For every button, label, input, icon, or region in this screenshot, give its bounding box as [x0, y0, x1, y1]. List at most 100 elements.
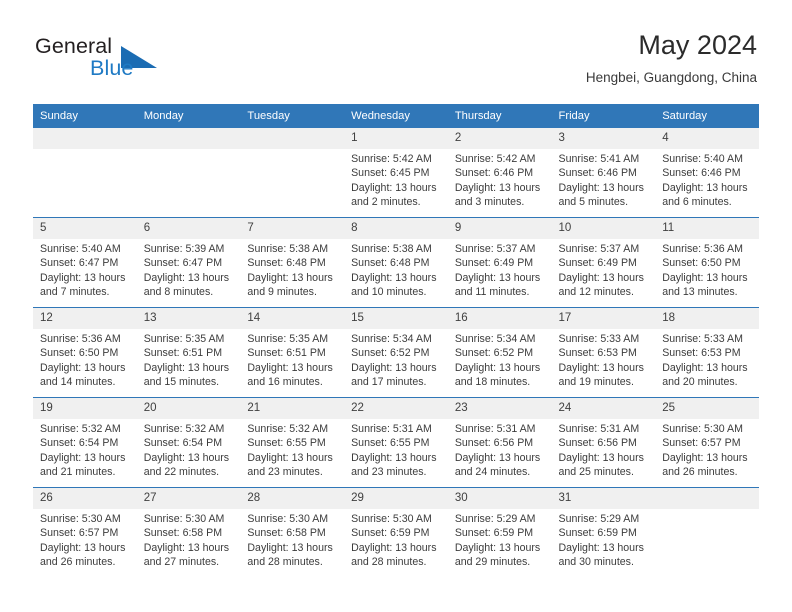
sunrise-text: Sunrise: 5:32 AM — [143, 423, 225, 435]
day-number: 2 — [447, 128, 552, 149]
daylight-text-line2: and 14 minutes. — [40, 376, 116, 389]
calendar-day-cell[interactable]: 17 Sunrise: 5:33 AM Sunset: 6:53 PM Dayligh… — [551, 307, 656, 398]
day-number: 5 — [33, 218, 137, 239]
calendar-week-row: 19 Sunrise: 5:32 AM Sunset: 6:54 PM Dayligh… — [33, 397, 759, 488]
day-number: 25 — [655, 398, 759, 419]
calendar-day-cell[interactable]: 26 Sunrise: 5:30 AM Sunset: 6:57 PM Dayligh… — [33, 487, 137, 577]
calendar-day-cell[interactable]: 6 Sunrise: 5:39 AM Sunset: 6:47 PM Daylight… — [136, 217, 241, 308]
day-number: 20 — [136, 398, 241, 419]
day-number: 14 — [240, 308, 345, 329]
calendar-day-cell[interactable]: 3 Sunrise: 5:41 AM Sunset: 6:46 PM Daylight… — [551, 127, 656, 218]
calendar-day-cell[interactable]: 4 Sunrise: 5:40 AM Sunset: 6:46 PM Daylight… — [655, 127, 759, 218]
sunset-text: Sunset: 6:45 PM — [351, 167, 430, 180]
calendar-day-cell[interactable]: 8 Sunrise: 5:38 AM Sunset: 6:48 PM Daylight… — [344, 217, 448, 308]
calendar-table: Sunday Monday Tuesday Wednesday Thursday… — [33, 104, 759, 577]
brand-logo[interactable]: General Blue — [33, 34, 243, 90]
title-block: May 2024 Hengbei, Guangdong, China — [586, 28, 757, 88]
daylight-text-line1: Daylight: 13 hours — [40, 451, 126, 464]
calendar-day-cell[interactable]: 31 Sunrise: 5:29 AM Sunset: 6:59 PM Dayligh… — [551, 487, 656, 577]
daylight-text-line2: and 28 minutes. — [351, 556, 427, 569]
day-details: Sunrise: 5:34 AM Sunset: 6:52 PM Daylight:… — [344, 329, 448, 390]
calendar-day-cell[interactable]: 20 Sunrise: 5:32 AM Sunset: 6:54 PM Dayligh… — [136, 397, 241, 488]
calendar-day-cell[interactable]: 29 Sunrise: 5:30 AM Sunset: 6:59 PM Dayligh… — [344, 487, 448, 577]
calendar-day-cell[interactable]: 7 Sunrise: 5:38 AM Sunset: 6:48 PM Daylight… — [240, 217, 345, 308]
calendar-day-cell[interactable]: 15 Sunrise: 5:34 AM Sunset: 6:52 PM Dayligh… — [344, 307, 448, 398]
daylight-text-line2: and 27 minutes. — [143, 556, 220, 569]
daylight-text-line1: Daylight: 13 hours — [662, 271, 748, 284]
sunrise-text: Sunrise: 5:32 AM — [247, 423, 329, 435]
daylight-text-line1: Daylight: 13 hours — [143, 271, 230, 284]
sunset-text: Sunset: 6:58 PM — [143, 527, 223, 540]
calendar-day-cell[interactable]: 9 Sunrise: 5:37 AM Sunset: 6:49 PM Daylight… — [447, 217, 552, 308]
daylight-text-line2: and 20 minutes. — [662, 376, 738, 389]
daylight-text-line1: Daylight: 13 hours — [454, 271, 541, 284]
daylight-text-line1: Daylight: 13 hours — [247, 541, 333, 554]
daylight-text-line2: and 13 minutes. — [662, 286, 738, 299]
calendar-page: General Blue May 2024 Hengbei, Guangdong… — [0, 0, 792, 612]
daylight-text-line1: Daylight: 13 hours — [454, 181, 541, 194]
sunset-text: Sunset: 6:55 PM — [247, 437, 326, 450]
day-details: Sunrise: 5:30 AM Sunset: 6:57 PM Daylight:… — [655, 419, 759, 480]
sunrise-text: Sunrise: 5:41 AM — [558, 153, 640, 165]
weekday-header-friday: Friday — [551, 104, 656, 128]
calendar-day-cell[interactable]: 2 Sunrise: 5:42 AM Sunset: 6:46 PM Daylight… — [447, 127, 552, 218]
calendar-day-cell[interactable]: 1 Sunrise: 5:42 AM Sunset: 6:45 PM Daylight… — [344, 127, 448, 218]
sunrise-text: Sunrise: 5:31 AM — [351, 423, 432, 435]
day-number: 3 — [551, 128, 656, 149]
day-number: 19 — [33, 398, 137, 419]
calendar-day-cell[interactable]: 5 Sunrise: 5:40 AM Sunset: 6:47 PM Daylight… — [33, 217, 137, 308]
sunset-text: Sunset: 6:51 PM — [143, 347, 223, 360]
sunrise-text: Sunrise: 5:35 AM — [143, 333, 225, 345]
daylight-text-line1: Daylight: 13 hours — [143, 541, 230, 554]
calendar-header-row: Sunday Monday Tuesday Wednesday Thursday… — [33, 104, 759, 128]
calendar-day-cell[interactable]: 25 Sunrise: 5:30 AM Sunset: 6:57 PM Dayligh… — [655, 397, 759, 488]
page-title: May 2024 — [638, 30, 757, 60]
calendar-day-cell[interactable]: 30 Sunrise: 5:29 AM Sunset: 6:59 PM Dayligh… — [447, 487, 552, 577]
daylight-text-line2: and 18 minutes. — [454, 376, 531, 389]
calendar-day-cell[interactable]: 10 Sunrise: 5:37 AM Sunset: 6:49 PM Dayligh… — [551, 217, 656, 308]
daylight-text-line1: Daylight: 13 hours — [351, 361, 437, 374]
day-number: 15 — [344, 308, 448, 329]
calendar-day-cell-empty — [33, 127, 137, 218]
sunrise-text: Sunrise: 5:37 AM — [558, 243, 640, 255]
calendar-day-cell[interactable]: 11 Sunrise: 5:36 AM Sunset: 6:50 PM Dayligh… — [655, 217, 759, 308]
daylight-text-line1: Daylight: 13 hours — [558, 271, 644, 284]
day-details: Sunrise: 5:38 AM Sunset: 6:48 PM Daylight:… — [240, 239, 344, 300]
calendar-day-cell[interactable]: 19 Sunrise: 5:32 AM Sunset: 6:54 PM Dayligh… — [33, 397, 137, 488]
calendar-day-cell[interactable]: 16 Sunrise: 5:34 AM Sunset: 6:52 PM Dayligh… — [447, 307, 552, 398]
daylight-text-line1: Daylight: 13 hours — [454, 361, 541, 374]
calendar-day-cell[interactable]: 24 Sunrise: 5:31 AM Sunset: 6:56 PM Dayligh… — [551, 397, 656, 488]
daylight-text-line2: and 25 minutes. — [558, 466, 634, 479]
calendar-day-cell[interactable]: 21 Sunrise: 5:32 AM Sunset: 6:55 PM Dayligh… — [240, 397, 345, 488]
day-number: 16 — [447, 308, 552, 329]
calendar-day-cell[interactable]: 27 Sunrise: 5:30 AM Sunset: 6:58 PM Dayligh… — [136, 487, 241, 577]
sunset-text: Sunset: 6:54 PM — [143, 437, 223, 450]
day-number: 1 — [344, 128, 448, 149]
day-number: 29 — [344, 488, 448, 509]
daylight-text-line1: Daylight: 13 hours — [247, 361, 333, 374]
sunset-text: Sunset: 6:59 PM — [558, 527, 637, 540]
sunrise-text: Sunrise: 5:30 AM — [662, 423, 743, 435]
sunset-text: Sunset: 6:46 PM — [662, 167, 741, 180]
sunrise-text: Sunrise: 5:30 AM — [351, 513, 432, 525]
calendar-day-cell[interactable]: 28 Sunrise: 5:30 AM Sunset: 6:58 PM Dayligh… — [240, 487, 345, 577]
weekday-header-thursday: Thursday — [447, 104, 552, 128]
sunset-text: Sunset: 6:55 PM — [351, 437, 430, 450]
day-number: 12 — [33, 308, 137, 329]
brand-name-blue: Blue — [90, 56, 134, 80]
calendar-day-cell[interactable]: 23 Sunrise: 5:31 AM Sunset: 6:56 PM Dayligh… — [447, 397, 552, 488]
sunrise-text: Sunrise: 5:39 AM — [143, 243, 225, 255]
day-details: Sunrise: 5:37 AM Sunset: 6:49 PM Daylight:… — [552, 239, 656, 300]
daylight-text-line1: Daylight: 13 hours — [40, 361, 126, 374]
sunset-text: Sunset: 6:58 PM — [247, 527, 326, 540]
sunrise-text: Sunrise: 5:40 AM — [40, 243, 121, 255]
calendar-day-cell[interactable]: 12 Sunrise: 5:36 AM Sunset: 6:50 PM Dayligh… — [33, 307, 137, 398]
calendar-day-cell[interactable]: 18 Sunrise: 5:33 AM Sunset: 6:53 PM Dayligh… — [655, 307, 759, 398]
day-details: Sunrise: 5:42 AM Sunset: 6:46 PM Daylight:… — [448, 149, 552, 210]
sunset-text: Sunset: 6:47 PM — [40, 257, 119, 270]
calendar-day-cell[interactable]: 22 Sunrise: 5:31 AM Sunset: 6:55 PM Dayligh… — [344, 397, 448, 488]
day-details: Sunrise: 5:32 AM Sunset: 6:55 PM Daylight:… — [240, 419, 344, 480]
daylight-text-line1: Daylight: 13 hours — [247, 451, 333, 464]
calendar-day-cell[interactable]: 13 Sunrise: 5:35 AM Sunset: 6:51 PM Dayligh… — [136, 307, 241, 398]
calendar-day-cell[interactable]: 14 Sunrise: 5:35 AM Sunset: 6:51 PM Dayligh… — [240, 307, 345, 398]
